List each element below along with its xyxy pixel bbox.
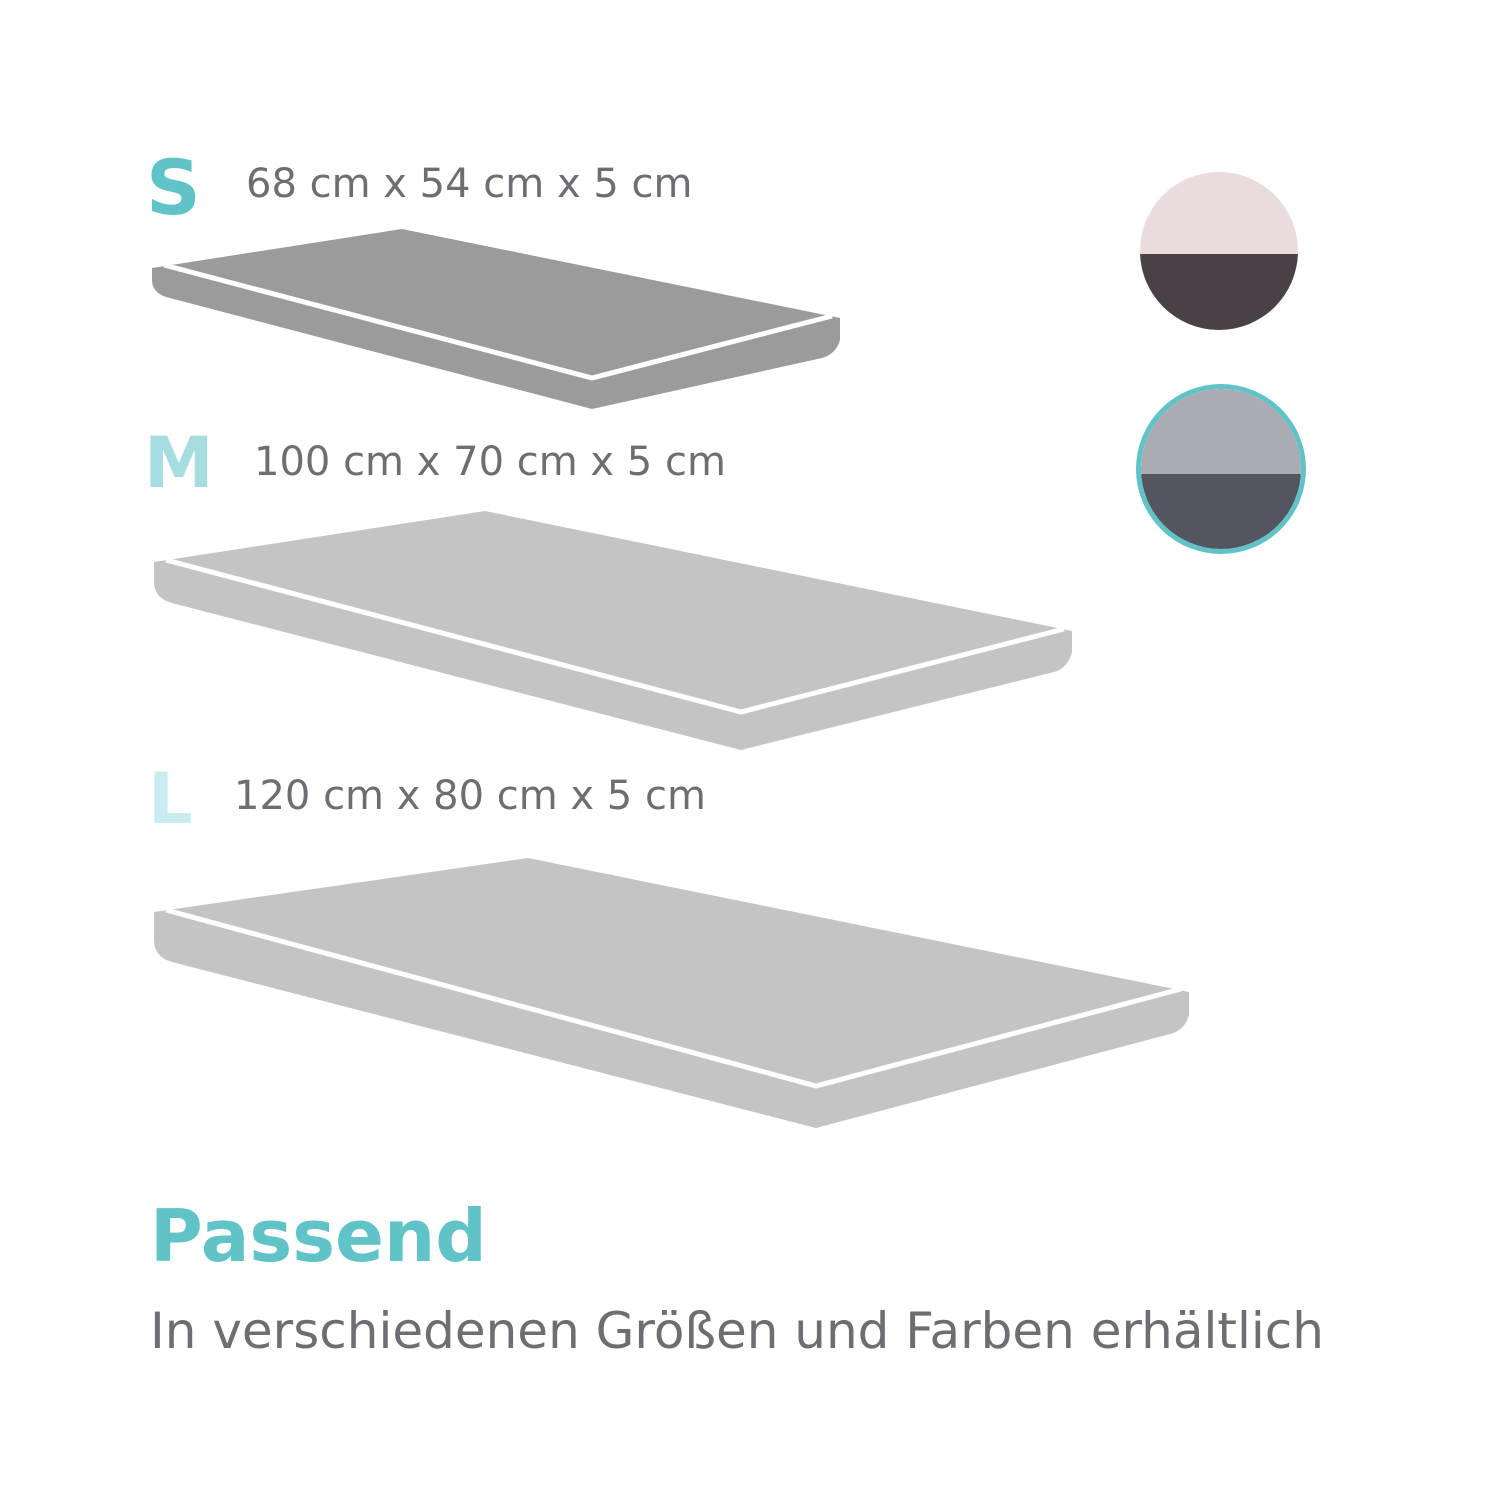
color-swatch-grey-anthracite-selected[interactable] (1136, 384, 1306, 554)
mattress-small (152, 229, 840, 409)
headline: Passend (150, 1194, 487, 1278)
mattress-large (154, 858, 1189, 1128)
mattress-small-body (152, 229, 840, 409)
size-label-m: M (144, 422, 214, 504)
mattress-large-body (154, 858, 1189, 1128)
size-dimensions-l: 120 cm x 80 cm x 5 cm (234, 773, 706, 819)
size-dimensions-s: 68 cm x 54 cm x 5 cm (246, 161, 693, 207)
color-swatch-pink-aubergine[interactable] (1140, 172, 1298, 330)
size-label-l: L (148, 758, 193, 840)
mattress-medium-body (154, 511, 1072, 750)
subline: In verschiedenen Größen und Farben erhäl… (150, 1302, 1324, 1360)
size-dimensions-m: 100 cm x 70 cm x 5 cm (254, 439, 726, 485)
mattress-medium (154, 511, 1072, 750)
size-label-s: S (146, 143, 201, 232)
